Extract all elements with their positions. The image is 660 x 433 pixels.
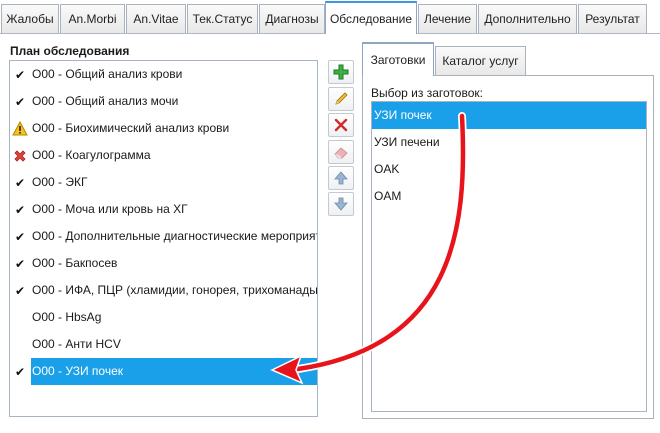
plan-item-label: O00 - ИФА, ПЦР (хламидии, гонорея, трихо… (32, 283, 317, 297)
check-icon: ✔ (14, 256, 26, 271)
check-icon: ✔ (14, 67, 26, 82)
plan-item-label: O00 - Общий анализ мочи (32, 94, 179, 108)
plan-item-label: O00 - Анти HCV (32, 337, 121, 351)
plan-item-label: O00 - УЗИ почек (31, 358, 317, 385)
plan-item[interactable]: ✔ O00 - Общий анализ мочи (10, 88, 317, 115)
add-button[interactable] (328, 60, 354, 84)
delete-x-icon (334, 118, 348, 132)
tab-templates[interactable]: Заготовки (362, 42, 434, 76)
check-icon: ✔ (14, 364, 26, 379)
plan-item[interactable]: ✔ O00 - ЭКГ (10, 169, 317, 196)
tab-an-vitae[interactable]: An.Vitae (126, 4, 186, 33)
plan-item-label: O00 - Биохимический анализ крови (32, 121, 230, 135)
templates-list[interactable]: УЗИ почек УЗИ печени OAK OAM (371, 101, 647, 412)
tab-treatment[interactable]: Лечение (418, 4, 477, 33)
templates-tab-body: Выбор из заготовок: УЗИ почек УЗИ печени… (362, 75, 654, 419)
arrow-down-icon (334, 197, 348, 211)
tab-current-status[interactable]: Тек.Статус (187, 4, 258, 33)
template-item[interactable]: УЗИ печени (372, 129, 646, 156)
template-item-selected[interactable]: УЗИ почек (372, 102, 646, 129)
check-icon: ✔ (14, 175, 26, 190)
tab-result[interactable]: Результат (578, 4, 647, 33)
check-icon: ✔ (14, 283, 26, 298)
templates-panel: Заготовки Каталог услуг Выбор из заготов… (362, 42, 654, 419)
plan-item-label: O00 - Коагулограмма (32, 148, 151, 162)
clear-button[interactable] (328, 140, 354, 164)
plan-item-label: O00 - HbsAg (32, 310, 102, 324)
template-item[interactable]: OAK (372, 156, 646, 183)
tab-complaints[interactable]: Жалобы (1, 4, 59, 33)
error-x-icon (10, 142, 30, 169)
tab-diagnoses[interactable]: Диагнозы (259, 4, 325, 33)
plan-item[interactable]: ✔ O00 - Моча или кровь на ХГ (10, 196, 317, 223)
plan-item-label: O00 - Бакпосев (32, 256, 118, 270)
plan-list[interactable]: ✔ O00 - Общий анализ крови ✔ O00 - Общий… (9, 60, 318, 417)
eraser-icon (334, 147, 348, 159)
check-icon: ✔ (14, 202, 26, 217)
plan-item-label: O00 - ЭКГ (32, 175, 88, 189)
arrow-up-icon (334, 171, 348, 185)
plan-item[interactable]: ✔ O00 - Дополнительные диагностические м… (10, 223, 317, 250)
plus-icon (333, 64, 349, 80)
plan-item-label: O00 - Моча или кровь на ХГ (32, 202, 188, 216)
plan-item[interactable]: O00 - HbsAg (10, 304, 317, 331)
check-icon: ✔ (14, 229, 26, 244)
plan-item[interactable]: O00 - Анти HCV (10, 331, 317, 358)
plan-item[interactable]: O00 - Биохимический анализ крови (10, 115, 317, 142)
plan-item[interactable]: O00 - Коагулограмма (10, 142, 317, 169)
plan-title: План обследования (10, 44, 130, 58)
top-tab-bar: Жалобы An.Morbi An.Vitae Тек.Статус Диаг… (0, 0, 660, 34)
plan-item[interactable]: ✔ O00 - Общий анализ крови (10, 61, 317, 88)
tab-service-catalog[interactable]: Каталог услуг (435, 46, 526, 75)
plan-item[interactable]: ✔ O00 - ИФА, ПЦР (хламидии, гонорея, три… (10, 277, 317, 304)
plan-item[interactable]: ✔ O00 - Бакпосев (10, 250, 317, 277)
tab-an-morbi[interactable]: An.Morbi (60, 4, 125, 33)
template-item[interactable]: OAM (372, 183, 646, 210)
pencil-icon (335, 92, 348, 105)
plan-item-selected[interactable]: ✔ O00 - УЗИ почек (10, 358, 317, 385)
edit-button[interactable] (328, 87, 354, 111)
delete-button[interactable] (328, 113, 354, 137)
plan-item-label: O00 - Общий анализ крови (32, 67, 183, 81)
move-down-button[interactable] (328, 192, 354, 216)
tab-examination[interactable]: Обследование (325, 1, 417, 34)
plan-item-label: O00 - Дополнительные диагностические мер… (32, 229, 317, 243)
examination-panel: План обследования ✔ O00 - Общий анализ к… (0, 34, 660, 433)
move-up-button[interactable] (328, 166, 354, 190)
tab-additional[interactable]: Дополнительно (478, 4, 577, 33)
templates-label: Выбор из заготовок: (371, 86, 483, 100)
check-icon: ✔ (14, 94, 26, 109)
warning-icon (10, 115, 30, 142)
